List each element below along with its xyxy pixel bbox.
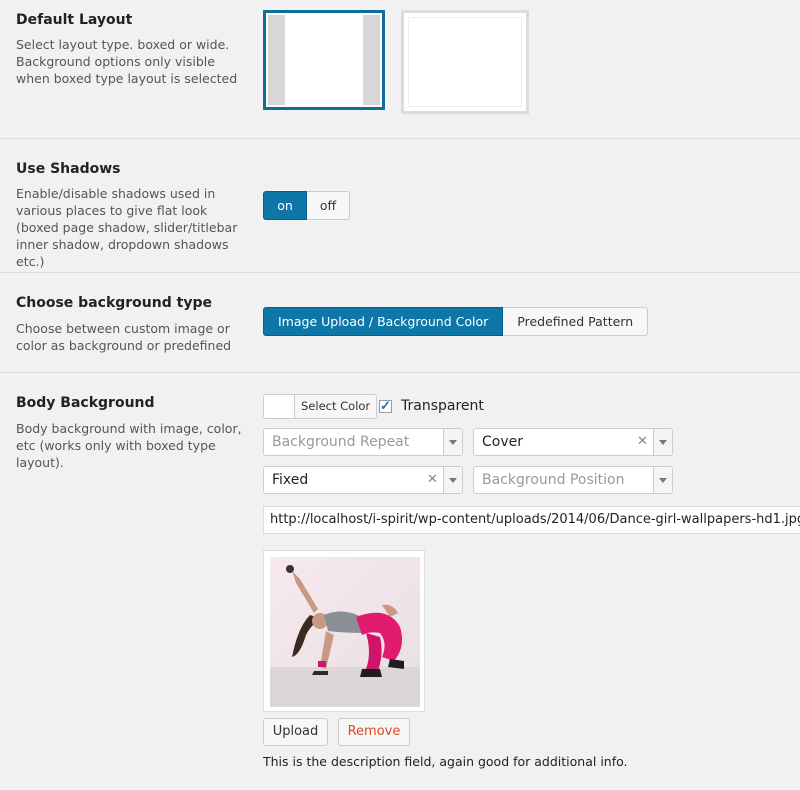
- shadows-on-button[interactable]: on: [263, 191, 307, 220]
- boxed-side-right: [363, 15, 380, 105]
- default-layout-desc: Select layout type. boxed or wide. Backg…: [16, 37, 238, 86]
- default-layout-section: Default Layout Select layout type. boxed…: [0, 0, 800, 139]
- background-repeat-select[interactable]: Background Repeat: [263, 428, 463, 456]
- background-image-preview: [263, 550, 425, 712]
- remove-button[interactable]: Remove: [338, 718, 410, 746]
- layout-wide-option[interactable]: [401, 10, 529, 114]
- background-attachment-select[interactable]: Fixed ✕: [263, 466, 463, 494]
- check-icon: ✓: [380, 398, 391, 413]
- background-image-url-input[interactable]: http://localhost/i-spirit/wp-content/upl…: [263, 506, 800, 534]
- transparent-label: Transparent: [401, 398, 484, 414]
- wide-page-preview: [408, 17, 522, 107]
- predefined-pattern-button[interactable]: Predefined Pattern: [503, 307, 649, 336]
- clear-icon[interactable]: ✕: [637, 434, 648, 449]
- use-shadows-section: Use Shadows Enable/disable shadows used …: [0, 139, 800, 273]
- body-background-desc: Body background with image, color, etc (…: [16, 421, 242, 470]
- chevron-down-icon: [653, 467, 672, 493]
- chevron-down-icon: [653, 429, 672, 455]
- shadows-toggle: on off: [263, 191, 350, 220]
- image-upload-color-button[interactable]: Image Upload / Background Color: [263, 307, 504, 336]
- dancer-photo: [270, 557, 420, 707]
- default-layout-title: Default Layout: [16, 12, 133, 28]
- use-shadows-title: Use Shadows: [16, 161, 121, 177]
- clear-icon[interactable]: ✕: [427, 472, 438, 487]
- background-position-placeholder: Background Position: [482, 472, 625, 488]
- body-background-title: Body Background: [16, 395, 155, 411]
- color-picker: Select Color: [263, 394, 378, 419]
- boxed-side-left: [268, 15, 285, 105]
- background-type-desc: Choose between custom image or color as …: [16, 321, 232, 353]
- use-shadows-desc: Enable/disable shadows used in various p…: [16, 186, 238, 269]
- background-attachment-value: Fixed: [272, 472, 309, 488]
- upload-button[interactable]: Upload: [263, 718, 328, 746]
- layout-boxed-option[interactable]: [263, 10, 385, 110]
- background-type-section: Choose background type Choose between cu…: [0, 273, 800, 373]
- select-color-button[interactable]: Select Color: [294, 394, 378, 419]
- chevron-down-icon: [443, 429, 462, 455]
- background-position-select[interactable]: Background Position: [473, 466, 673, 494]
- background-repeat-placeholder: Background Repeat: [272, 434, 410, 450]
- background-size-value: Cover: [482, 434, 523, 450]
- background-type-toggle: Image Upload / Background Color Predefin…: [263, 307, 649, 336]
- footer-description: This is the description field, again goo…: [263, 754, 628, 769]
- chevron-down-icon: [443, 467, 462, 493]
- background-size-select[interactable]: Cover ✕: [473, 428, 673, 456]
- transparent-checkbox[interactable]: ✓: [379, 398, 392, 413]
- shadows-off-button[interactable]: off: [307, 191, 350, 220]
- background-type-title: Choose background type: [16, 295, 212, 311]
- color-swatch[interactable]: [263, 394, 294, 419]
